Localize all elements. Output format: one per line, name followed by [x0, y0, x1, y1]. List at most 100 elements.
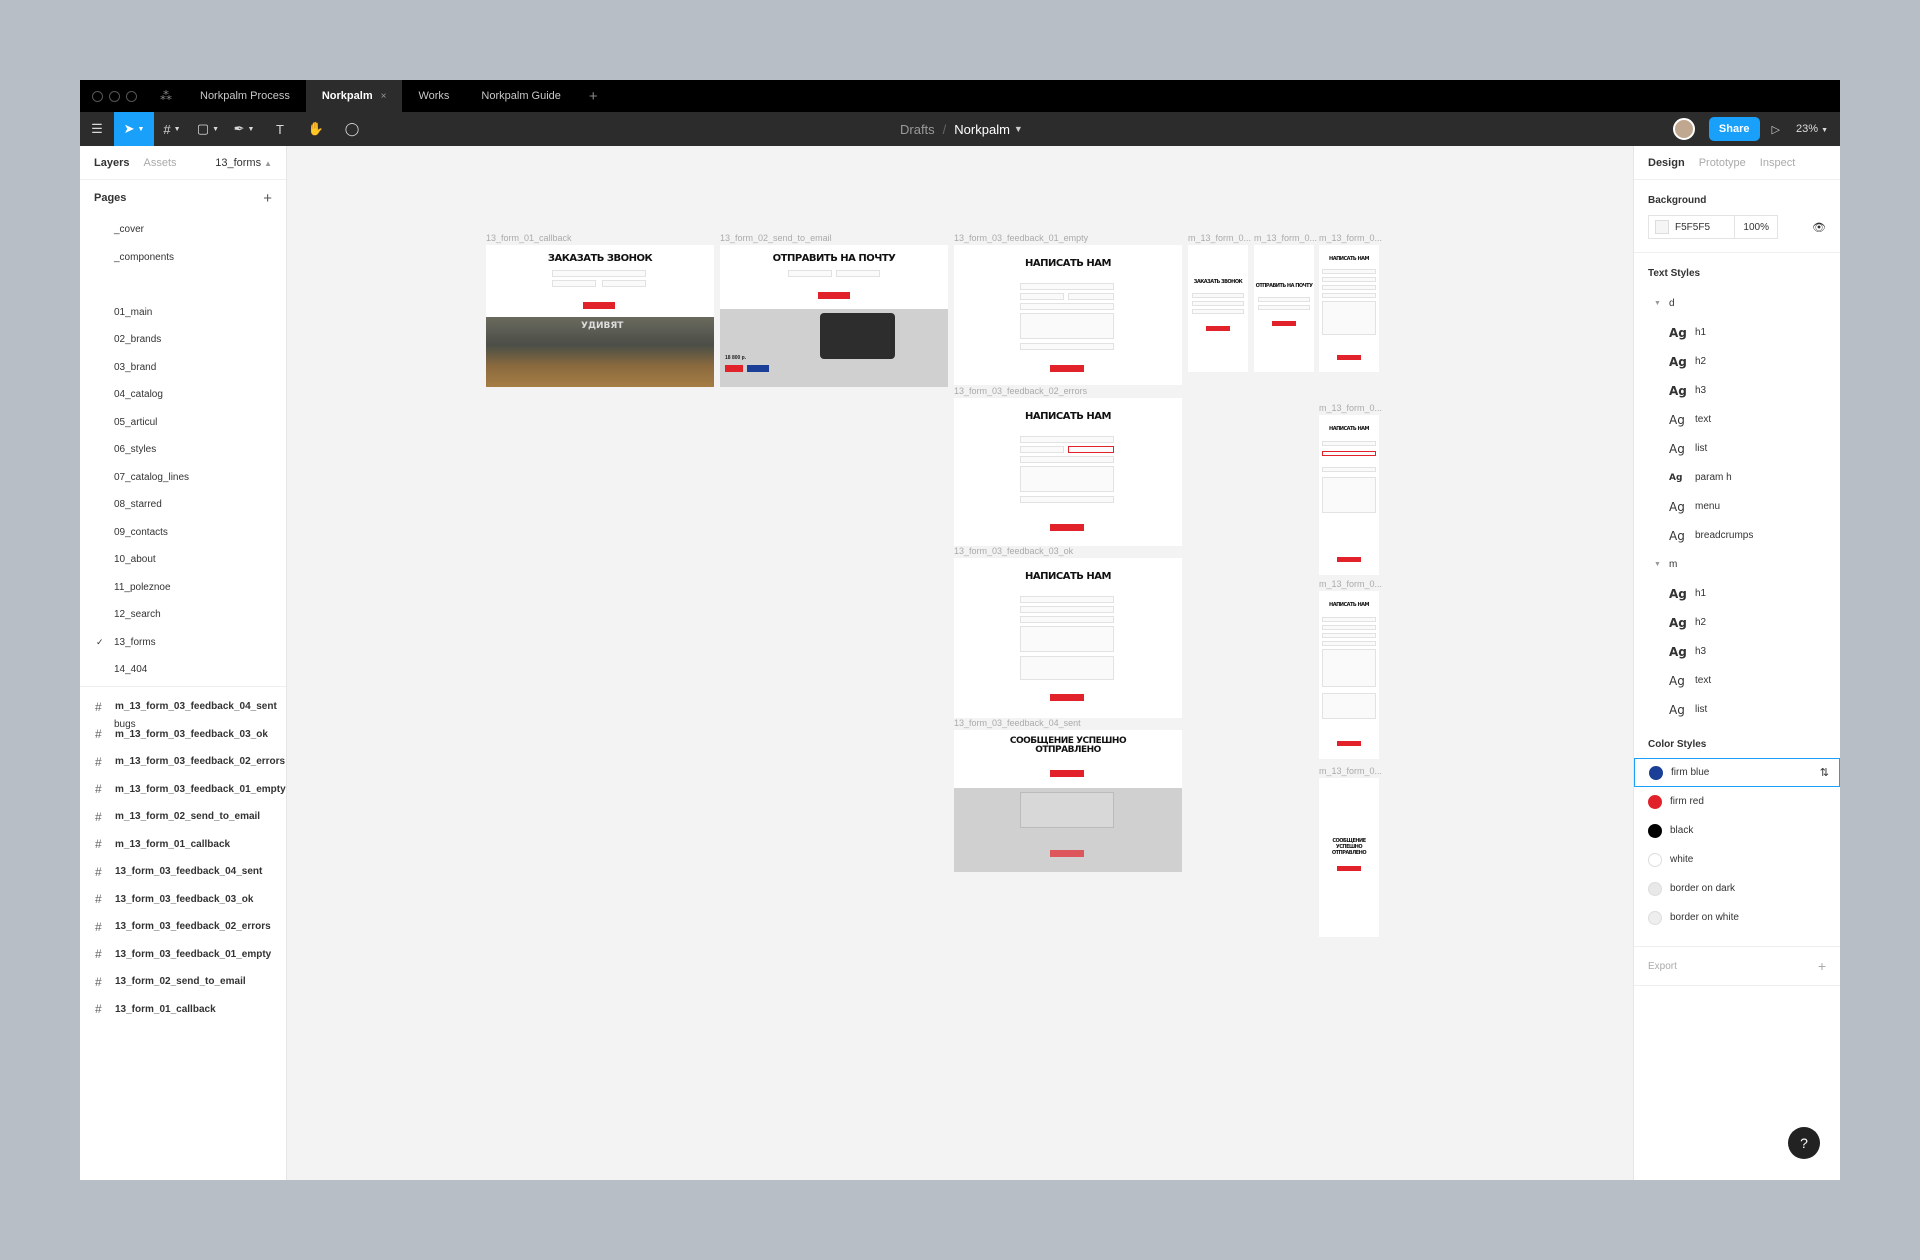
frame-mobile-send-to-email[interactable]: ОТПРАВИТЬ НА ПОЧТУ [1254, 245, 1314, 372]
add-export-button[interactable]: + [1818, 958, 1826, 974]
layer-item[interactable]: # m_13_form_01_callback [80, 831, 286, 859]
layer-item[interactable]: #13_form_01_callback [80, 996, 286, 1024]
tab-norkpalm[interactable]: Norkpalm × [305, 80, 403, 112]
page-item[interactable]: ✓ 13_forms [80, 629, 286, 657]
text-style-item[interactable]: Ag breadcrumps [1648, 521, 1826, 550]
frame-callback[interactable]: ЗАКАЗАТЬ ЗВОНОК УДИВЯТ [486, 245, 714, 387]
tab-norkpalm-process[interactable]: Norkpalm Process [184, 80, 306, 112]
canvas[interactable]: 13_form_01_callback ЗАКАЗАТЬ ЗВОНОК УДИВ… [287, 146, 1633, 1180]
frame-label[interactable]: m_13_form_0... [1319, 403, 1382, 413]
eye-icon[interactable]: 👁 [1812, 221, 1826, 234]
layer-item[interactable]: #13_form_03_feedback_03_ok [80, 886, 286, 914]
frame-label[interactable]: 13_form_01_callback [486, 233, 572, 243]
frame-send-to-email[interactable]: ОТПРАВИТЬ НА ПОЧТУ 18 800 р. [720, 245, 948, 387]
current-page-dropdown[interactable]: 13_forms ▲ [215, 157, 272, 169]
tab-norkpalm-guide[interactable]: Norkpalm Guide [465, 80, 576, 112]
layer-item[interactable]: #13_form_03_feedback_02_errors [80, 913, 286, 941]
frame-mobile-feedback-errors[interactable]: НАПИСАТЬ НАМ [1319, 415, 1379, 575]
text-style-item[interactable]: Ag h3 [1648, 376, 1826, 405]
page-item[interactable]: 08_starred [80, 491, 286, 519]
page-item[interactable]: 04_catalog [80, 381, 286, 409]
hand-tool-button[interactable]: ✋ [298, 112, 334, 146]
present-play-icon[interactable]: ▷ [1772, 123, 1780, 136]
background-swatch[interactable] [1655, 220, 1669, 234]
frame-mobile-feedback-sent[interactable]: СООБЩЕНИЕ УСПЕШНО ОТПРАВЛЕНО [1319, 778, 1379, 937]
page-item[interactable]: 11_poleznoe [80, 574, 286, 602]
color-style-item[interactable]: border on dark [1634, 874, 1840, 903]
page-item[interactable]: bugs [80, 711, 286, 739]
frame-feedback-empty[interactable]: НАПИСАТЬ НАМ [954, 245, 1182, 385]
frame-mobile-feedback-empty[interactable]: НАПИСАТЬ НАМ [1319, 245, 1379, 372]
page-item[interactable]: _components [80, 244, 286, 272]
frame-feedback-errors[interactable]: НАПИСАТЬ НАМ [954, 398, 1182, 546]
text-style-group[interactable]: ▼ d [1648, 289, 1826, 318]
figma-logo-icon[interactable]: ⁂ [160, 89, 184, 103]
help-button[interactable]: ? [1788, 1127, 1820, 1159]
color-style-item[interactable]: firm blue ⇅ [1634, 758, 1840, 787]
text-style-item[interactable]: Ag h1 [1648, 579, 1826, 608]
frame-label[interactable]: m_13_form_0... [1254, 233, 1317, 243]
adjust-icon[interactable]: ⇅ [1820, 766, 1829, 779]
maximize-window-button[interactable] [126, 90, 137, 102]
text-style-item[interactable]: Ag list [1648, 695, 1826, 724]
frame-tool-button[interactable]: # ▼ [154, 112, 190, 146]
layer-item[interactable]: # m_13_form_03_feedback_02_errors [80, 748, 286, 776]
tab-layers[interactable]: Layers [94, 157, 129, 169]
color-style-item[interactable]: white [1634, 845, 1840, 874]
avatar[interactable] [1672, 118, 1695, 140]
frame-label[interactable]: m_13_form_0... [1319, 579, 1382, 589]
tab-design[interactable]: Design [1648, 157, 1685, 169]
layer-item[interactable]: #13_form_02_send_to_email [80, 968, 286, 996]
page-item[interactable]: 02_brands [80, 326, 286, 354]
page-item[interactable]: 10_about [80, 546, 286, 574]
tab-prototype[interactable]: Prototype [1699, 157, 1746, 169]
comment-tool-button[interactable]: ◯ [334, 112, 370, 146]
layer-item[interactable]: #13_form_03_feedback_01_empty [80, 941, 286, 969]
page-item[interactable]: 03_brand [80, 354, 286, 382]
tab-works[interactable]: Works [402, 80, 465, 112]
page-item[interactable]: 14_404 [80, 656, 286, 684]
add-page-button[interactable]: + [263, 190, 272, 207]
close-tab-icon[interactable]: × [381, 91, 387, 102]
text-style-item[interactable]: Ag param h [1648, 463, 1826, 492]
tab-inspect[interactable]: Inspect [1760, 157, 1795, 169]
background-opacity[interactable]: 100% [1734, 216, 1777, 238]
text-style-item[interactable]: Ag h2 [1648, 608, 1826, 637]
color-style-item[interactable]: black [1634, 816, 1840, 845]
background-color-field[interactable]: F5F5F5 100% [1648, 215, 1778, 239]
frame-label[interactable]: 13_form_03_feedback_04_sent [954, 718, 1081, 728]
frame-mobile-callback[interactable]: ЗАКАЗАТЬ ЗВОНОК [1188, 245, 1248, 372]
new-tab-button[interactable]: + [577, 88, 610, 105]
text-style-item[interactable]: Ag text [1648, 405, 1826, 434]
frame-label[interactable]: 13_form_03_feedback_02_errors [954, 386, 1087, 396]
layer-item[interactable]: # m_13_form_03_feedback_01_empty [80, 776, 286, 804]
color-style-item[interactable]: border on white [1634, 903, 1840, 932]
tab-assets[interactable]: Assets [143, 157, 176, 169]
pen-tool-button[interactable]: ✒ ▼ [226, 112, 262, 146]
chevron-down-icon[interactable]: ▼ [1014, 124, 1023, 134]
text-style-item[interactable]: Ag text [1648, 666, 1826, 695]
shape-tool-button[interactable]: ▢ ▼ [190, 112, 226, 146]
zoom-dropdown[interactable]: 23% ▼ [1796, 123, 1828, 135]
page-item[interactable]: 05_articul [80, 409, 286, 437]
page-item[interactable]: 07_catalog_lines [80, 464, 286, 492]
frame-feedback-sent[interactable]: СООБЩЕНИЕ УСПЕШНО ОТПРАВЛЕНО [954, 730, 1182, 872]
text-style-item[interactable]: Ag h1 [1648, 318, 1826, 347]
frame-label[interactable]: m_13_form_0... [1319, 233, 1382, 243]
share-button[interactable]: Share [1708, 117, 1760, 141]
text-style-item[interactable]: Ag h3 [1648, 637, 1826, 666]
breadcrumb-folder[interactable]: Drafts [900, 122, 935, 137]
frame-label[interactable]: 13_form_03_feedback_01_empty [954, 233, 1088, 243]
page-item[interactable]: _cover [80, 216, 286, 244]
text-style-item[interactable]: Ag list [1648, 434, 1826, 463]
frame-label[interactable]: m_13_form_0... [1188, 233, 1251, 243]
page-item[interactable]: 06_styles [80, 436, 286, 464]
background-hex[interactable]: F5F5F5 [1675, 222, 1710, 233]
frame-label[interactable]: m_13_form_0... [1319, 766, 1382, 776]
main-menu-icon[interactable]: ☰ [80, 112, 114, 146]
layer-item[interactable]: # m_13_form_02_send_to_email [80, 803, 286, 831]
layer-item[interactable]: #13_form_03_feedback_04_sent [80, 858, 286, 886]
breadcrumb-file[interactable]: Norkpalm [954, 122, 1010, 137]
close-window-button[interactable] [92, 90, 103, 102]
text-style-group[interactable]: ▼ m [1648, 550, 1826, 579]
